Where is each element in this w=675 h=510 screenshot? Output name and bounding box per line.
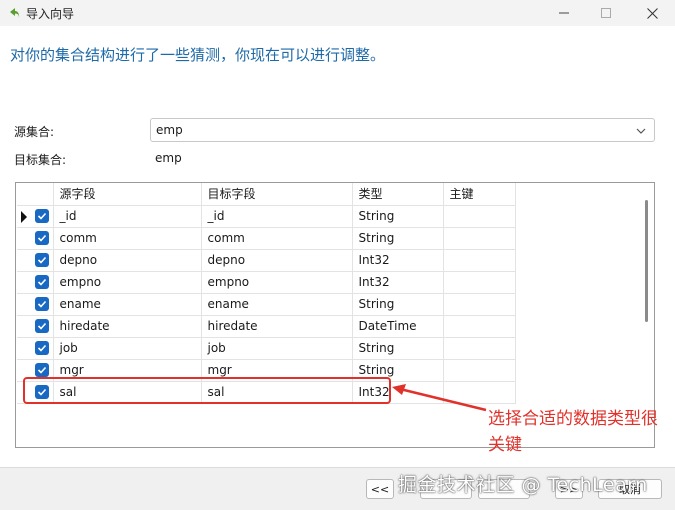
- target-field-cell[interactable]: hiredate: [201, 315, 353, 338]
- title-bar: 导入向导: [0, 0, 675, 26]
- row-header[interactable]: [17, 337, 31, 360]
- annotation-arrow-icon: [392, 384, 487, 412]
- source-collection-label: 源集合:: [14, 125, 55, 139]
- row-checkbox-cell[interactable]: [31, 227, 54, 250]
- first-step-button[interactable]: <<: [366, 479, 394, 499]
- row-checkbox-cell[interactable]: [31, 271, 54, 294]
- column-header-key[interactable]: 主键: [443, 183, 516, 206]
- primary-key-cell[interactable]: [443, 249, 516, 272]
- row-checkbox[interactable]: [34, 363, 49, 378]
- table-row[interactable]: hiredate hiredate DateTime: [17, 315, 516, 338]
- target-field-cell[interactable]: empno: [201, 271, 353, 294]
- target-collection-label: 目标集合:: [14, 153, 67, 167]
- source-collection-value: emp: [156, 123, 183, 137]
- row-checkbox[interactable]: [34, 253, 49, 268]
- source-field-cell[interactable]: job: [53, 337, 202, 360]
- column-header-source[interactable]: 源字段: [53, 183, 202, 206]
- annotation-text: 选择合适的数据类型很关键: [488, 409, 658, 455]
- type-cell[interactable]: String: [352, 227, 444, 250]
- page-heading: 对你的集合结构进行了一些猜测，你现在可以进行调整。: [10, 46, 386, 64]
- maximize-icon[interactable]: [583, 0, 629, 26]
- type-cell[interactable]: DateTime: [352, 315, 444, 338]
- primary-key-cell[interactable]: [443, 227, 516, 250]
- row-header[interactable]: [17, 293, 31, 316]
- grid-scrollbar[interactable]: [645, 200, 648, 322]
- table-row[interactable]: ename ename String: [17, 293, 516, 316]
- target-field-cell[interactable]: depno: [201, 249, 353, 272]
- row-header[interactable]: [17, 249, 31, 272]
- check-column-header: [31, 183, 54, 206]
- row-checkbox[interactable]: [34, 297, 49, 312]
- source-field-cell[interactable]: depno: [53, 249, 202, 272]
- row-header[interactable]: [17, 205, 31, 228]
- primary-key-cell[interactable]: [443, 359, 516, 382]
- target-collection-value: emp: [155, 151, 182, 165]
- column-header-type[interactable]: 类型: [352, 183, 444, 206]
- row-checkbox-cell[interactable]: [31, 337, 54, 360]
- source-field-cell[interactable]: ename: [53, 293, 202, 316]
- current-row-icon: [21, 210, 27, 223]
- type-cell[interactable]: String: [352, 205, 444, 228]
- primary-key-cell[interactable]: [443, 293, 516, 316]
- table-row[interactable]: depno depno Int32: [17, 249, 516, 272]
- row-header[interactable]: [17, 227, 31, 250]
- chevron-down-icon[interactable]: [635, 125, 647, 137]
- source-field-cell[interactable]: empno: [53, 271, 202, 294]
- source-collection-select[interactable]: emp: [150, 118, 655, 142]
- row-header[interactable]: [17, 271, 31, 294]
- type-cell[interactable]: Int32: [352, 271, 444, 294]
- table-row[interactable]: job job String: [17, 337, 516, 360]
- row-checkbox[interactable]: [34, 341, 49, 356]
- source-field-cell[interactable]: _id: [53, 205, 202, 228]
- highlight-box: [23, 377, 391, 404]
- row-checkbox[interactable]: [34, 231, 49, 246]
- window-title: 导入向导: [26, 7, 75, 21]
- row-checkbox[interactable]: [34, 319, 49, 334]
- watermark: 掘金技术社区 @ TechLearn: [398, 474, 648, 496]
- target-field-cell[interactable]: ename: [201, 293, 353, 316]
- table-header-row: 源字段 目标字段 类型 主键: [17, 183, 516, 206]
- table-row[interactable]: empno empno Int32: [17, 271, 516, 294]
- row-checkbox[interactable]: [34, 209, 49, 224]
- table-row[interactable]: _id _id String: [17, 205, 516, 228]
- target-field-cell[interactable]: _id: [201, 205, 353, 228]
- row-header-corner: [17, 183, 31, 206]
- row-checkbox-cell[interactable]: [31, 249, 54, 272]
- target-field-cell[interactable]: job: [201, 337, 353, 360]
- source-field-cell[interactable]: comm: [53, 227, 202, 250]
- primary-key-cell[interactable]: [443, 315, 516, 338]
- table-row[interactable]: comm comm String: [17, 227, 516, 250]
- primary-key-cell[interactable]: [443, 271, 516, 294]
- source-field-cell[interactable]: hiredate: [53, 315, 202, 338]
- type-cell[interactable]: Int32: [352, 249, 444, 272]
- primary-key-cell[interactable]: [443, 205, 516, 228]
- column-header-target[interactable]: 目标字段: [201, 183, 353, 206]
- row-checkbox-cell[interactable]: [31, 293, 54, 316]
- back-arrow-icon: [6, 5, 22, 21]
- primary-key-cell[interactable]: [443, 337, 516, 360]
- type-cell[interactable]: String: [352, 337, 444, 360]
- minimize-icon[interactable]: [541, 0, 587, 26]
- field-table: 源字段 目标字段 类型 主键 _id _id String comm comm …: [17, 183, 516, 404]
- close-icon[interactable]: [629, 0, 675, 26]
- row-header[interactable]: [17, 315, 31, 338]
- type-cell[interactable]: String: [352, 293, 444, 316]
- row-checkbox-cell[interactable]: [31, 315, 54, 338]
- row-checkbox[interactable]: [34, 275, 49, 290]
- row-checkbox-cell[interactable]: [31, 205, 54, 228]
- target-field-cell[interactable]: comm: [201, 227, 353, 250]
